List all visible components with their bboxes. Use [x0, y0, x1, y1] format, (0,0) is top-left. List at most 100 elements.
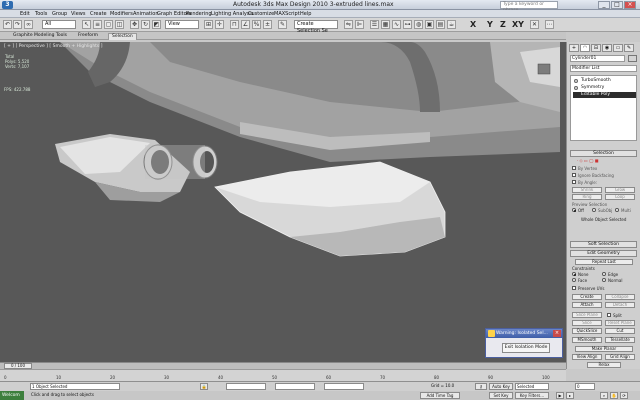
menu-maxscript[interactable]: MAXScript — [274, 11, 300, 17]
make-planar-button[interactable]: Make Planar — [575, 346, 633, 352]
ik-icon[interactable]: ✕ — [530, 20, 539, 29]
play-icon[interactable]: ▶ — [556, 392, 564, 399]
rect-selection-icon[interactable]: ▢ — [104, 20, 113, 29]
menu-views[interactable]: Views — [71, 11, 85, 17]
object-name-field[interactable]: Cylinder01 — [570, 55, 625, 62]
scale-icon[interactable]: ◩ — [152, 20, 161, 29]
axis-y-button[interactable]: Y — [487, 20, 493, 29]
grid-align-button[interactable]: Grid Align — [605, 354, 635, 360]
msmooth-button[interactable]: MSmooth — [572, 337, 602, 343]
motion-tab-icon[interactable]: ◉ — [602, 44, 612, 52]
hierarchy-tab-icon[interactable]: ⊟ — [591, 44, 601, 52]
pan-icon[interactable]: ✋ — [610, 392, 618, 399]
tab-freeform[interactable]: Freeform — [75, 33, 101, 40]
object-color-swatch[interactable] — [628, 55, 637, 62]
add-time-tag-button[interactable]: Add Time Tag — [420, 392, 460, 399]
axis-z-button[interactable]: Z — [500, 20, 506, 29]
slice-button[interactable]: Slice — [572, 320, 602, 326]
display-tab-icon[interactable]: ▭ — [613, 44, 623, 52]
material-editor-icon[interactable]: ◍ — [414, 20, 423, 29]
menu-animation[interactable]: Animation — [133, 11, 159, 17]
toolbar-extra-icon[interactable]: ⋯ — [545, 20, 554, 29]
x-coordinate-field[interactable] — [226, 383, 266, 390]
reset-plane-button[interactable]: Reset Plane — [605, 320, 635, 326]
constraint-none-radio[interactable] — [572, 272, 576, 276]
warning-close-button[interactable]: × — [553, 330, 561, 337]
attach-button[interactable]: Attach — [572, 302, 602, 308]
split-checkbox[interactable] — [607, 313, 611, 317]
soft-selection-rollout[interactable]: Soft Selection — [570, 241, 637, 248]
selection-filter-dropdown[interactable]: All — [42, 20, 76, 29]
menu-create[interactable]: Create — [90, 11, 107, 17]
align-icon[interactable]: ⊫ — [355, 20, 364, 29]
rotate-icon[interactable]: ↻ — [141, 20, 150, 29]
detach-button[interactable]: Detach — [605, 302, 635, 308]
key-filters-button[interactable]: Key Filters... — [515, 392, 549, 399]
select-manipulate-icon[interactable]: ✛ — [215, 20, 224, 29]
perspective-viewport[interactable]: [ + ] [ Perspective ] [ Smooth + Highlig… — [0, 42, 566, 362]
redo-icon[interactable]: ↷ — [13, 20, 22, 29]
tessellate-button[interactable]: Tessellate — [605, 337, 635, 343]
auto-key-button[interactable]: Auto Key — [489, 383, 513, 390]
menu-tools[interactable]: Tools — [35, 11, 47, 17]
selection-rollout[interactable]: Selection — [570, 150, 637, 157]
stack-item-editable-poly[interactable]: Editable Poly — [573, 92, 636, 98]
maxscript-listener[interactable]: Welcom — [0, 391, 24, 400]
constraint-face-radio[interactable] — [572, 278, 576, 282]
menu-customize[interactable]: Customize — [248, 11, 274, 17]
edit-geometry-rollout[interactable]: Edit Geometry — [570, 250, 637, 257]
utilities-tab-icon[interactable]: ✎ — [624, 44, 634, 52]
create-tab-icon[interactable]: + — [569, 44, 579, 52]
z-coordinate-field[interactable] — [324, 383, 364, 390]
graphite-toggle-icon[interactable]: ▦ — [381, 20, 390, 29]
window-crossing-icon[interactable]: ◫ — [115, 20, 124, 29]
relax-button[interactable]: Relax — [587, 362, 621, 368]
modify-tab-icon[interactable]: ◠ — [580, 44, 590, 52]
repeat-last-button[interactable]: Repeat Last — [575, 259, 633, 265]
viewport-label[interactable]: [ + ] [ Perspective ] [ Smooth + Highlig… — [4, 44, 102, 49]
tab-graphite-modeling-tools[interactable]: Graphite Modeling Tools — [10, 33, 70, 40]
menu-modifiers[interactable]: Modifiers — [110, 11, 133, 17]
render-setup-icon[interactable]: ▣ — [425, 20, 434, 29]
angle-snap-icon[interactable]: ∠ — [241, 20, 250, 29]
curve-editor-icon[interactable]: ∿ — [392, 20, 401, 29]
help-search-input[interactable]: Type a keyword or phrase — [500, 1, 558, 13]
warning-title-bar[interactable]: Warning: Isolated Sel... × — [486, 329, 562, 338]
spinner-snap-icon[interactable]: ± — [263, 20, 272, 29]
slice-plane-button[interactable]: Slice Plane — [572, 312, 602, 318]
mirror-icon[interactable]: ⇋ — [344, 20, 353, 29]
ignore-backfacing-checkbox[interactable] — [572, 173, 576, 177]
constraint-edge-radio[interactable] — [602, 272, 606, 276]
rendered-frame-icon[interactable]: ▤ — [436, 20, 445, 29]
constraint-normal-radio[interactable] — [602, 278, 606, 282]
percent-snap-icon[interactable]: % — [252, 20, 261, 29]
app-logo-icon[interactable]: 3 — [2, 1, 13, 9]
select-object-icon[interactable]: ↖ — [82, 20, 91, 29]
stack-item-symmetry[interactable]: Symmetry — [573, 85, 636, 91]
preview-subobj-radio[interactable] — [592, 208, 596, 212]
bulb-icon[interactable] — [574, 79, 578, 83]
view-align-button[interactable]: View Align — [572, 354, 602, 360]
axis-xy-button[interactable]: XY — [512, 20, 524, 29]
preview-off-radio[interactable] — [572, 208, 576, 212]
ring-button[interactable]: Ring — [572, 194, 602, 200]
preview-multi-radio[interactable] — [615, 208, 619, 212]
named-selection-set-dropdown[interactable]: Create Selection Se — [294, 20, 338, 34]
modifier-list-dropdown[interactable]: Modifier List — [570, 65, 637, 72]
set-key-button[interactable]: Set Key — [489, 392, 513, 399]
y-coordinate-field[interactable] — [275, 383, 315, 390]
close-button[interactable]: × — [624, 1, 636, 9]
bulb-icon[interactable] — [574, 86, 578, 90]
cut-button[interactable]: Cut — [605, 328, 635, 334]
key-mode-dropdown[interactable]: Selected — [515, 383, 549, 390]
shrink-button[interactable]: Shrink — [572, 187, 602, 193]
next-frame-icon[interactable]: ▸ — [566, 392, 574, 399]
current-frame-field[interactable]: 0 — [575, 383, 595, 390]
zoom-icon[interactable]: ⌕ — [600, 392, 608, 399]
undo-icon[interactable]: ↶ — [3, 20, 12, 29]
subobject-icons[interactable]: · ◇ ▭ ◯ ■ — [577, 158, 598, 163]
reference-coord-dropdown[interactable]: View — [165, 20, 199, 29]
menu-group[interactable]: Group — [52, 11, 67, 17]
quickslice-button[interactable]: QuickSlice — [572, 328, 602, 334]
layer-manager-icon[interactable]: ☰ — [370, 20, 379, 29]
